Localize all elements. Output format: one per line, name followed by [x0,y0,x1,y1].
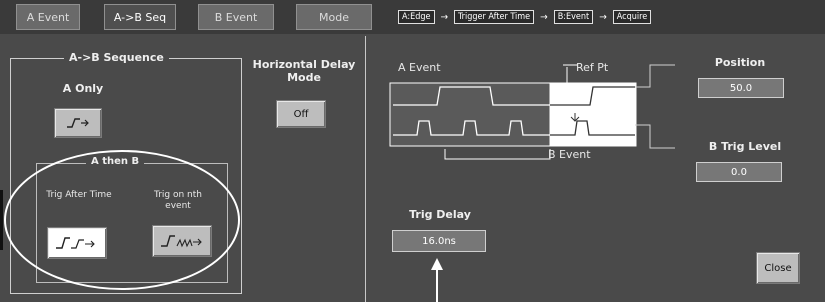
page-edge-line [0,190,3,250]
trigger-setup-screen: A Event A->B Seq B Event Mode A:Edge → T… [0,0,825,302]
annotation-arrow-icon [431,258,443,302]
